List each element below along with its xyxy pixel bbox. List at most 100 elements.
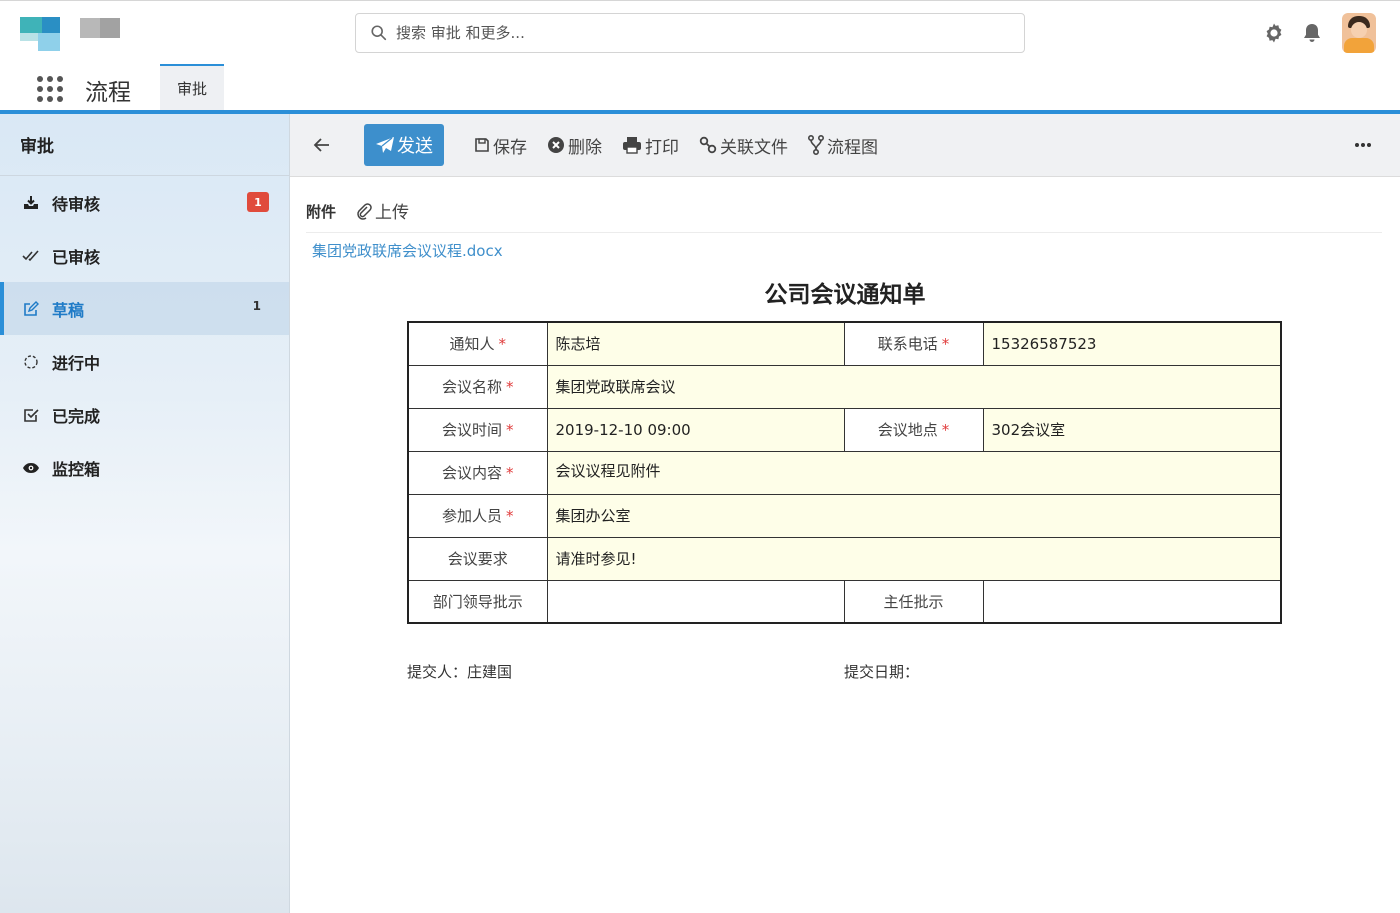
- sidebar-item-drafts[interactable]: 草稿 1: [0, 282, 289, 335]
- more-options-button[interactable]: [1352, 135, 1374, 155]
- sidebar-item-monitor[interactable]: 监控箱: [0, 441, 289, 494]
- check-square-icon: [22, 406, 40, 424]
- form-row: 会议内容 * 会议议程见附件: [407, 450, 1282, 495]
- sidebar-item-label: 已完成: [52, 406, 101, 426]
- required-mark: *: [506, 421, 514, 439]
- flowchart-label: 流程图: [827, 137, 878, 158]
- tab-approval[interactable]: 审批: [160, 64, 224, 111]
- save-label: 保存: [493, 137, 527, 158]
- app-grid-icon[interactable]: [36, 75, 64, 103]
- sidebar-item-label: 已审核: [52, 247, 101, 267]
- phone-field[interactable]: 15326587523: [982, 321, 1282, 366]
- time-label-cell: 会议时间 *: [407, 407, 548, 452]
- attachments-label: 附件: [306, 203, 337, 221]
- sidebar-item-pending[interactable]: 待审核 1: [0, 176, 289, 229]
- app-title: 流程: [85, 80, 131, 106]
- form-title-text: 公司会议通知单: [764, 282, 926, 308]
- form-title: 公司会议通知单: [290, 275, 1400, 309]
- dept-leader-approval-field[interactable]: [546, 579, 845, 624]
- requirement-label: 会议要求: [407, 536, 548, 581]
- search-icon: [371, 25, 387, 41]
- meeting-time-field[interactable]: 2019-12-10 09:00: [546, 407, 845, 452]
- time-label: 会议时间: [441, 421, 502, 439]
- meeting-place-field[interactable]: 302会议室: [982, 407, 1282, 452]
- close-circle-icon: [548, 137, 564, 153]
- branch-icon: [808, 135, 824, 155]
- send-button[interactable]: 发送: [364, 124, 444, 166]
- place-label: 会议地点: [877, 421, 938, 439]
- app-bar: 流程 审批: [0, 64, 1400, 111]
- flowchart-button[interactable]: 流程图: [808, 133, 878, 158]
- sidebar-item-in-progress[interactable]: 进行中: [0, 335, 289, 388]
- top-header: 流程 审批: [0, 0, 1400, 111]
- upload-label: 上传: [375, 203, 410, 223]
- sidebar-item-label: 监控箱: [52, 459, 101, 479]
- phone-label-cell: 联系电话 *: [843, 321, 984, 366]
- linked-file-button[interactable]: 关联文件: [699, 133, 788, 158]
- required-mark: *: [498, 335, 507, 354]
- pending-count-badge: 1: [247, 192, 269, 212]
- form-toolbar: 发送 保存 删除 打印 关联文件 流程图: [290, 114, 1400, 177]
- attachments-bar: 附件 上传: [306, 197, 1382, 233]
- form-row: 部门领导批示 主任批示: [407, 579, 1282, 624]
- required-mark: *: [506, 507, 514, 525]
- more-horizontal-icon: [1355, 143, 1371, 147]
- form-row: 参加人员 * 集团办公室: [407, 493, 1282, 538]
- delete-button[interactable]: 删除: [547, 133, 602, 158]
- meeting-notice-form: 通知人 * 陈志培 联系电话 * 15326587523 会议名称 * 集团党政联席会…: [407, 321, 1282, 624]
- participants-label: 参加人员: [441, 507, 502, 525]
- content-label-cell: 会议内容 *: [407, 450, 548, 495]
- print-button[interactable]: 打印: [622, 133, 679, 158]
- double-check-icon: [22, 247, 40, 265]
- print-label: 打印: [645, 137, 679, 158]
- submit-date-text: 提交日期：: [844, 663, 920, 681]
- sidebar-item-label: 进行中: [52, 353, 101, 373]
- meeting-name-label-cell: 会议名称 *: [407, 364, 548, 409]
- sidebar-item-reviewed[interactable]: 已审核: [0, 229, 289, 282]
- paperclip-icon: [357, 202, 372, 220]
- attachment-file-link[interactable]: 集团党政联席会议议程.docx: [312, 240, 503, 261]
- paper-plane-icon: [376, 137, 394, 153]
- requirement-field[interactable]: 请准时参见!: [546, 536, 1282, 581]
- edit-icon: [22, 300, 40, 318]
- sidebar-item-label: 草稿: [52, 300, 85, 320]
- back-button[interactable]: [310, 133, 334, 157]
- bell-icon: [1304, 24, 1320, 42]
- notifier-label: 通知人: [449, 335, 495, 354]
- phone-label: 联系电话: [877, 335, 938, 354]
- notifier-field[interactable]: 陈志培: [546, 321, 845, 366]
- brand-name-placeholder: [80, 18, 122, 38]
- upload-button[interactable]: 上传: [356, 198, 409, 223]
- drafts-count: 1: [252, 299, 261, 313]
- settings-button[interactable]: [1262, 21, 1286, 45]
- required-mark: *: [941, 421, 950, 439]
- meeting-name-label: 会议名称: [441, 378, 502, 396]
- sidebar-item-completed[interactable]: 已完成: [0, 388, 289, 441]
- notifier-label-cell: 通知人 *: [407, 321, 548, 366]
- user-avatar[interactable]: [1342, 13, 1376, 53]
- arrow-left-icon: [313, 138, 329, 152]
- form-row: 会议名称 * 集团党政联席会议: [407, 364, 1282, 409]
- linked-file-label: 关联文件: [720, 137, 788, 158]
- content-label: 会议内容: [441, 464, 502, 482]
- gear-icon: [1266, 23, 1282, 43]
- save-icon: [475, 138, 489, 152]
- link-icon: [699, 136, 717, 154]
- director-approval-field[interactable]: [982, 579, 1282, 624]
- director-label: 主任批示: [843, 579, 984, 624]
- company-logo[interactable]: [20, 17, 62, 53]
- search-box[interactable]: [355, 13, 1025, 53]
- participants-field[interactable]: 集团办公室: [546, 493, 1282, 538]
- participants-label-cell: 参加人员 *: [407, 493, 548, 538]
- sidebar-item-label: 待审核: [52, 194, 101, 214]
- search-input[interactable]: [396, 24, 996, 42]
- save-button[interactable]: 保存: [474, 133, 527, 158]
- required-mark: *: [506, 464, 514, 482]
- eye-icon: [22, 459, 40, 477]
- printer-icon: [623, 137, 641, 154]
- required-mark: *: [506, 378, 514, 396]
- notifications-button[interactable]: [1300, 21, 1324, 45]
- meeting-content-field[interactable]: 会议议程见附件: [546, 450, 1282, 495]
- meeting-name-field[interactable]: 集团党政联席会议: [546, 364, 1282, 409]
- header-actions: [1262, 11, 1376, 55]
